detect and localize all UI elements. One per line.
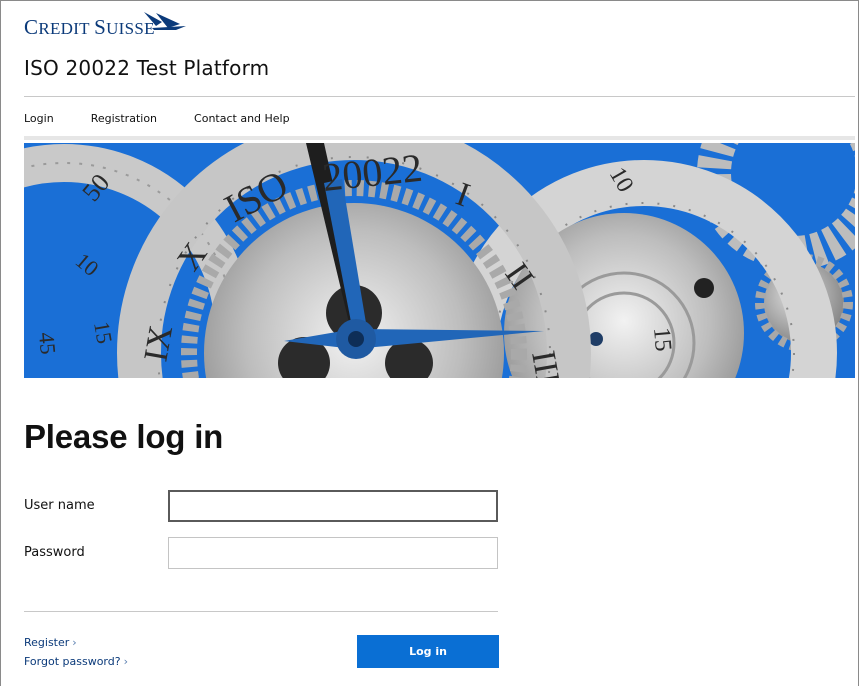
hero-banner-clock-image: ISO 20022 I II III IX X 50 10 15 45 15 1… xyxy=(24,143,855,378)
nav-login[interactable]: Login xyxy=(24,112,54,125)
main-nav: Login Registration Contact and Help xyxy=(24,112,290,125)
forgot-password-link[interactable]: Forgot password? › xyxy=(24,655,128,668)
logo-text: CREDIT SUISSE xyxy=(24,15,155,39)
credit-suisse-logo[interactable]: CREDIT SUISSE xyxy=(24,10,186,44)
nav-registration[interactable]: Registration xyxy=(91,112,157,125)
chevron-right-icon: › xyxy=(72,636,77,649)
header-divider xyxy=(24,96,855,97)
page-heading: Please log in xyxy=(24,418,224,455)
chevron-right-icon: › xyxy=(123,655,128,668)
banner-text-iii: III xyxy=(524,348,566,378)
forgot-password-link-label: Forgot password? xyxy=(24,655,121,668)
clockwork-gears-illustration: ISO 20022 I II III IX X 50 10 15 45 15 1… xyxy=(24,143,855,378)
username-input[interactable] xyxy=(168,490,498,522)
register-link-label: Register xyxy=(24,636,70,649)
nav-contact-help[interactable]: Contact and Help xyxy=(194,112,290,125)
login-button[interactable]: Log in xyxy=(357,635,499,668)
banner-text-45: 45 xyxy=(34,331,61,355)
banner-text-15-left: 15 xyxy=(89,320,117,346)
banner-text-15-right: 15 xyxy=(648,326,676,352)
username-label: User name xyxy=(24,498,95,513)
nav-divider xyxy=(24,136,855,140)
password-label: Password xyxy=(24,545,85,560)
register-link[interactable]: Register › xyxy=(24,636,77,649)
banner-text-ix: IX xyxy=(137,323,180,365)
form-divider xyxy=(24,611,498,612)
password-input[interactable] xyxy=(168,537,498,569)
sails-logo-icon xyxy=(144,12,186,30)
platform-title: ISO 20022 Test Platform xyxy=(24,56,270,80)
